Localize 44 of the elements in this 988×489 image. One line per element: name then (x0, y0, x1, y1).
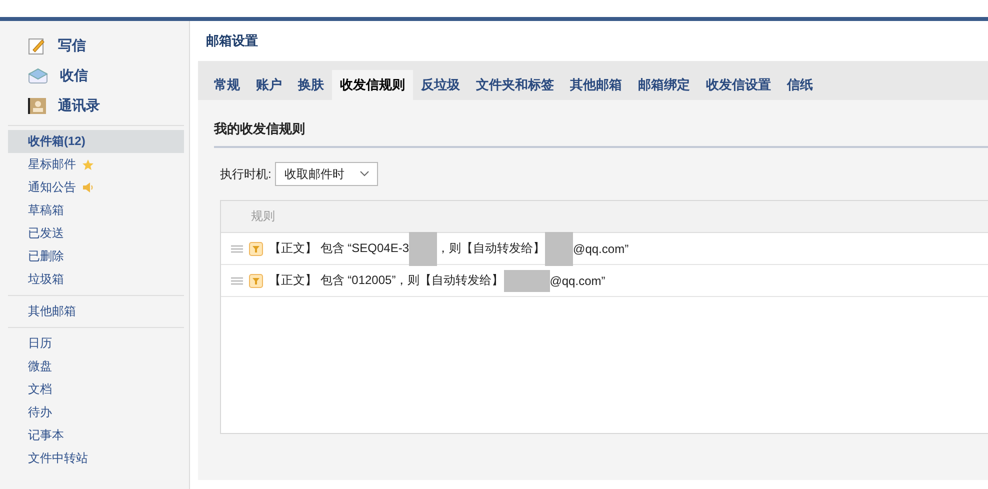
settings-tab[interactable]: 文件夹和标签 (468, 70, 562, 100)
rule-text: 【正文】 包含 “012005”，则【自动转发给】 @qq.com” (269, 270, 606, 292)
rule-text: 【正文】 包含 “SEQ04E-3 ，则【自动转发给】 @qq.com” (269, 232, 629, 266)
sidebar-item[interactable]: 垃圾箱 (8, 268, 184, 291)
sidebar-action[interactable]: 通讯录 (58, 97, 100, 115)
sidebar-item[interactable]: 微盘 (8, 355, 184, 378)
sidebar-item[interactable]: 文件中转站 (8, 447, 184, 470)
sidebar-item[interactable]: 文档 (8, 378, 184, 401)
filter-icon (249, 274, 263, 288)
contact-card-icon (28, 98, 46, 114)
sidebar-item[interactable]: 其他邮箱 (8, 300, 184, 323)
timing-label: 执行时机: (220, 166, 272, 182)
sidebar-item[interactable]: 收件箱(12) (8, 130, 184, 153)
sidebar-item[interactable]: 待办 (8, 401, 184, 424)
chevron-down-icon (360, 171, 370, 177)
settings-tab[interactable]: 其他邮箱 (562, 70, 630, 100)
settings-tab[interactable]: 常规 (206, 70, 248, 100)
sidebar-action[interactable]: 写信 (58, 37, 86, 55)
sidebar-item[interactable]: 已发送 (8, 222, 184, 245)
sidebar-item[interactable]: 通知公告 (8, 176, 184, 199)
settings-tab[interactable]: 反垃圾 (413, 70, 468, 100)
envelope-icon (28, 68, 48, 84)
settings-tab[interactable]: 收发信规则 (332, 70, 413, 100)
page-title: 邮箱设置 (205, 32, 259, 50)
drag-handle-icon[interactable] (231, 276, 243, 284)
sidebar-item[interactable]: 记事本 (8, 424, 184, 447)
settings-tab[interactable]: 账户 (248, 70, 290, 100)
sidebar-action[interactable]: 收信 (60, 67, 88, 85)
pencil-note-icon (28, 37, 46, 55)
timing-dropdown[interactable]: 收取邮件时 (275, 162, 378, 186)
sidebar-item[interactable]: 星标邮件 (8, 153, 184, 176)
speaker-icon (82, 182, 93, 193)
settings-tab[interactable]: 收发信设置 (698, 70, 779, 100)
column-header: 规则 (251, 208, 275, 225)
drag-handle-icon[interactable] (231, 244, 243, 252)
settings-tab[interactable]: 信纸 (779, 70, 821, 100)
star-icon (82, 158, 94, 170)
sidebar-item[interactable]: 已删除 (8, 245, 184, 268)
sidebar-item[interactable]: 日历 (8, 332, 184, 355)
settings-tab[interactable]: 换肤 (290, 70, 332, 100)
settings-tab[interactable]: 邮箱绑定 (630, 70, 698, 100)
filter-icon (249, 242, 263, 256)
section-title: 我的收发信规则 (214, 120, 988, 148)
sidebar-item[interactable]: 草稿箱 (8, 199, 184, 222)
